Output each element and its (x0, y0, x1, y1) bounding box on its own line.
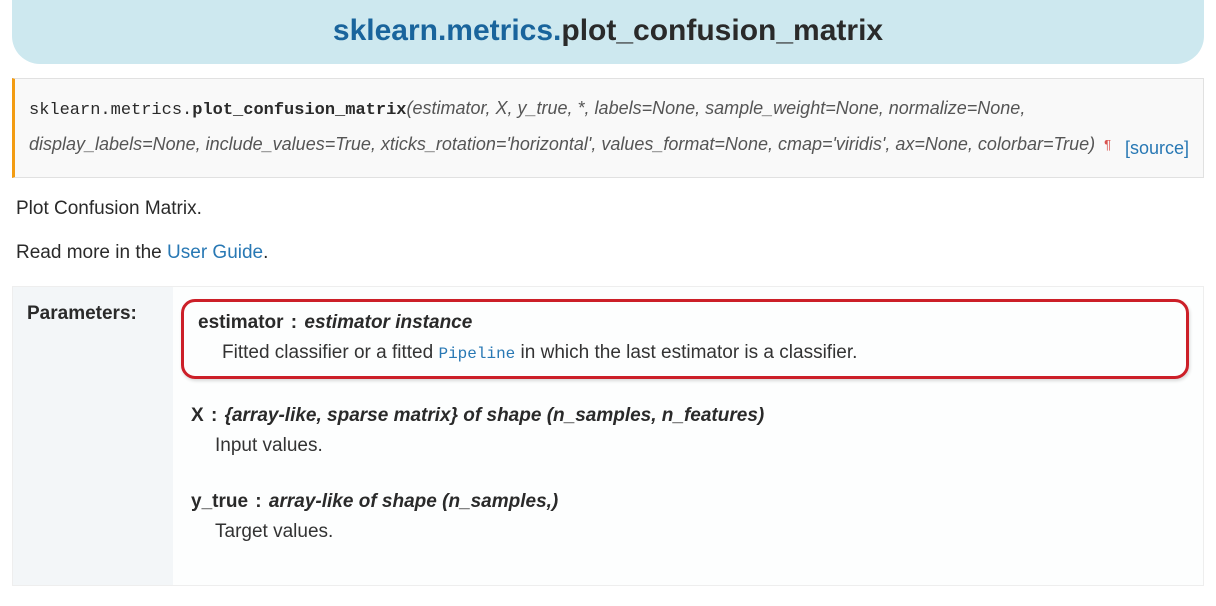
signature-close-paren: ) (1089, 134, 1095, 154)
signature-module-path: sklearn.metrics. (29, 101, 192, 120)
param-name: y_true (191, 491, 248, 512)
pipeline-link[interactable]: Pipeline (438, 345, 515, 363)
param-ytrue-desc: Target values. (191, 521, 1179, 543)
param-name: estimator (198, 312, 284, 333)
param-estimator-name-line: estimator : estimator instance (198, 312, 1172, 334)
param-desc-post: in which the last estimator is a classif… (515, 342, 857, 363)
param-x: X : {array-like, sparse matrix} of shape… (181, 399, 1189, 463)
page-title-bar: sklearn.metrics.plot_confusion_matrix (12, 0, 1204, 64)
param-ytrue-name-line: y_true : array-like of shape (n_samples,… (191, 491, 1179, 513)
title-function: plot_confusion_matrix (561, 14, 883, 47)
permalink-icon[interactable]: ¶ (1100, 137, 1111, 152)
parameters-header: Parameters: (13, 287, 173, 585)
param-ytrue: y_true : array-like of shape (n_samples,… (181, 485, 1189, 549)
param-type: estimator instance (304, 312, 472, 333)
param-estimator-desc: Fitted classifier or a fitted Pipeline i… (198, 342, 1172, 364)
read-more-period: . (263, 242, 268, 263)
read-more-prefix: Read more in the (16, 242, 167, 263)
param-type: {array-like, sparse matrix} of shape (n_… (225, 405, 765, 426)
param-name: X (191, 405, 204, 426)
short-description: Plot Confusion Matrix. (16, 198, 1200, 220)
signature-function-name: plot_confusion_matrix (192, 101, 406, 120)
title-module: sklearn.metrics (333, 14, 553, 47)
source-link[interactable]: [source] (1125, 131, 1189, 165)
parameters-body: estimator : estimator instance Fitted cl… (173, 287, 1203, 585)
param-x-desc: Input values. (191, 435, 1179, 457)
param-colon: : (248, 491, 269, 512)
parameters-table: Parameters: estimator : estimator instan… (12, 286, 1204, 586)
signature-box: sklearn.metrics.plot_confusion_matrix(es… (12, 78, 1204, 178)
user-guide-link[interactable]: User Guide (167, 242, 263, 263)
read-more-line: Read more in the User Guide. (16, 242, 1200, 264)
param-colon: : (284, 312, 305, 333)
param-x-name-line: X : {array-like, sparse matrix} of shape… (191, 405, 1179, 427)
param-colon: : (204, 405, 225, 426)
param-type: array-like of shape (n_samples,) (269, 491, 558, 512)
param-desc-pre: Fitted classifier or a fitted (222, 342, 438, 363)
param-estimator: estimator : estimator instance Fitted cl… (181, 299, 1189, 379)
